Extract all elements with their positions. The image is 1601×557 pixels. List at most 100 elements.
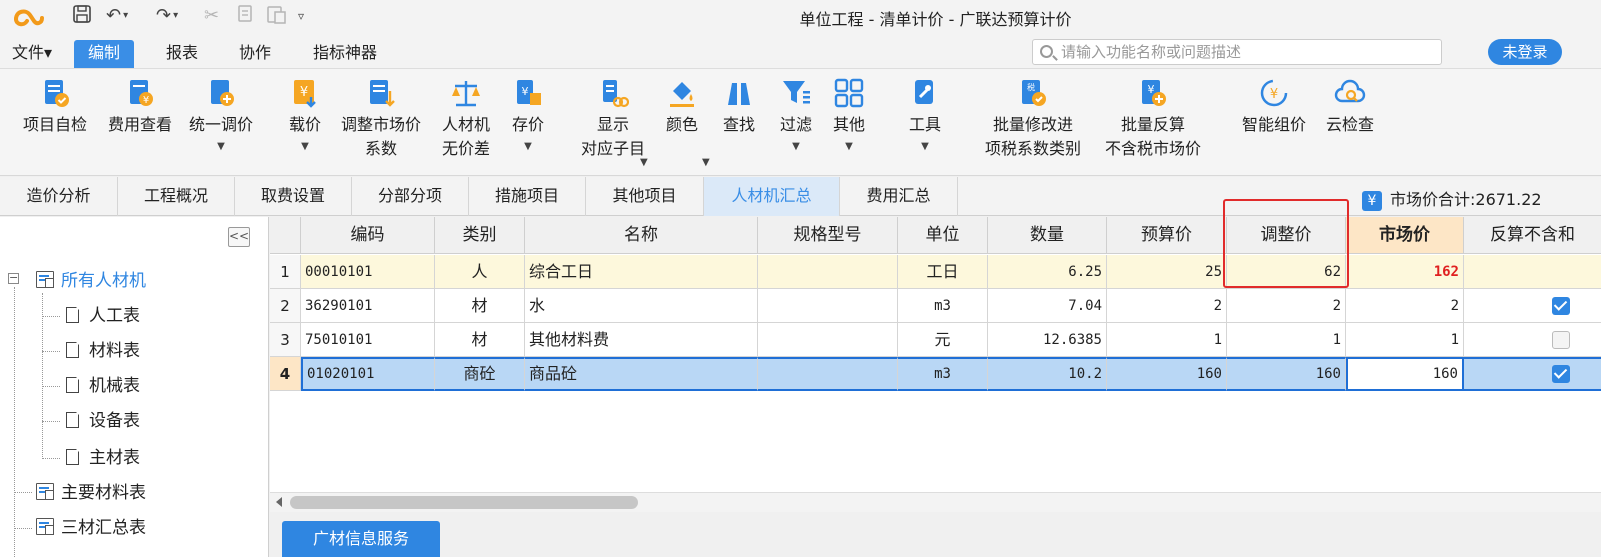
cell-quantity[interactable]: 6.25 — [988, 255, 1107, 289]
cell-market-price[interactable]: 162 — [1346, 255, 1464, 289]
cell-budget-price[interactable]: 1 — [1107, 323, 1227, 357]
menu-indicator-tool[interactable]: 指标神器 — [313, 40, 377, 68]
menu-collaboration[interactable]: 协作 — [239, 40, 271, 68]
cell-budget-price[interactable]: 160 — [1107, 357, 1227, 391]
column-header-spec[interactable]: 规格型号 — [758, 217, 898, 254]
tree-node-all-resources[interactable]: 所有人材机 — [36, 269, 146, 293]
material-info-service-button[interactable]: 广材信息服务 — [282, 521, 440, 557]
tree-node-materials[interactable]: 材料表 — [66, 339, 140, 363]
cell-type[interactable]: 商砼 — [435, 357, 525, 391]
cell-market-price[interactable]: 1 — [1346, 323, 1464, 357]
cell-budget-price[interactable]: 2 — [1107, 289, 1227, 323]
tab-fee-summary[interactable]: 费用汇总 — [840, 177, 958, 216]
column-header-type[interactable]: 类别 — [435, 217, 525, 254]
row-number[interactable]: 2 — [270, 289, 301, 323]
color-button[interactable]: 颜色 ▼ — [662, 77, 710, 168]
row-number[interactable]: 3 — [270, 323, 301, 357]
reverse-calc-checkbox[interactable] — [1552, 297, 1570, 315]
show-sub-items-button[interactable]: 显示 对应子目 ▼ — [576, 77, 650, 168]
other-button[interactable]: 其他 ▼ — [828, 77, 870, 157]
filter-button[interactable]: 过滤 ▼ — [776, 77, 816, 157]
tab-labor-material-machine-summary[interactable]: 人材机汇总 — [704, 177, 840, 216]
cell-quantity[interactable]: 10.2 — [988, 357, 1107, 391]
cell-code[interactable]: 36290101 — [301, 289, 435, 323]
tree-node-main-materials[interactable]: 主材表 — [66, 446, 140, 470]
tab-project-overview[interactable]: 工程概况 — [118, 177, 235, 216]
tree-node-equipment[interactable]: 设备表 — [66, 409, 140, 433]
cell-name[interactable]: 综合工日 — [525, 255, 758, 289]
cell-code[interactable]: 75010101 — [301, 323, 435, 357]
cell-name[interactable]: 其他材料费 — [525, 323, 758, 357]
tree-collapse-toggle[interactable]: − — [8, 272, 19, 284]
cell-type[interactable]: 材 — [435, 323, 525, 357]
column-header-budget-price[interactable]: 预算价 — [1107, 217, 1227, 254]
save-price-button[interactable]: ¥ 存价 ▼ — [506, 77, 550, 157]
reverse-calc-checkbox[interactable] — [1552, 365, 1570, 383]
menu-file[interactable]: 文件▾ — [12, 40, 52, 68]
tab-cost-analysis[interactable]: 造价分析 — [0, 177, 118, 216]
tree-node-three-materials-summary[interactable]: 三材汇总表 — [36, 516, 146, 540]
cell-code[interactable]: 01020101 — [301, 357, 435, 391]
cell-budget-price[interactable]: 25 — [1107, 255, 1227, 289]
find-button[interactable]: 查找 — [718, 77, 760, 137]
smart-pricing-button[interactable]: ¥ 智能组价 — [1238, 77, 1310, 137]
cell-unit[interactable]: 工日 — [898, 255, 988, 289]
tab-sub-items[interactable]: 分部分项 — [352, 177, 469, 216]
column-header-reverse-calc[interactable]: 反算不含和 — [1464, 217, 1601, 254]
tab-other-items[interactable]: 其他项目 — [586, 177, 704, 216]
horizontal-scrollbar[interactable] — [270, 492, 1601, 512]
row-number[interactable]: 4 — [270, 357, 301, 391]
cell-unit[interactable]: m3 — [898, 289, 988, 323]
cell-market-price[interactable]: 2 — [1346, 289, 1464, 323]
batch-modify-tax-coefficient-button[interactable]: 税 批量修改进 项税系数类别 — [978, 77, 1088, 161]
cell-name[interactable]: 水 — [525, 289, 758, 323]
unified-price-adjust-button[interactable]: 统一调价 ▼ — [184, 77, 258, 157]
scroll-left-icon[interactable] — [276, 497, 282, 507]
cell-spec[interactable] — [758, 357, 898, 391]
column-header-code[interactable]: 编码 — [301, 217, 435, 254]
cell-spec[interactable] — [758, 323, 898, 357]
cell-adjusted-price[interactable]: 2 — [1227, 289, 1346, 323]
tree-node-key-materials[interactable]: 主要材料表 — [36, 481, 146, 505]
cell-reverse-calc[interactable] — [1464, 255, 1601, 289]
cell-code[interactable]: 00010101 — [301, 255, 435, 289]
cell-unit[interactable]: m3 — [898, 357, 988, 391]
row-number[interactable]: 1 — [270, 255, 301, 289]
tree-node-machinery[interactable]: 机械表 — [66, 374, 140, 398]
collapse-panel-button[interactable]: << — [228, 227, 250, 247]
load-price-button[interactable]: ¥ 载价 ▼ — [284, 77, 326, 157]
cost-view-button[interactable]: ¥ 费用查看 — [104, 77, 176, 137]
column-header-quantity[interactable]: 数量 — [988, 217, 1107, 254]
menu-edit[interactable]: 编制 — [74, 40, 135, 68]
adjust-market-price-coefficient-button[interactable]: 调整市场价 系数 — [334, 77, 428, 161]
cell-type[interactable]: 材 — [435, 289, 525, 323]
grid-header-corner[interactable] — [270, 217, 301, 254]
function-search-input[interactable]: 请输入功能名称或问题描述 — [1032, 39, 1442, 65]
login-button[interactable]: 未登录 — [1488, 39, 1562, 65]
batch-reverse-calc-button[interactable]: ¥ 批量反算 不含税市场价 — [1098, 77, 1208, 161]
cell-market-price-active[interactable]: 160 — [1346, 357, 1464, 391]
project-self-check-button[interactable]: 项目自检 — [18, 77, 92, 137]
cell-adjusted-price[interactable]: 1 — [1227, 323, 1346, 357]
chevron-down-icon: ▼ — [301, 141, 309, 152]
scrollbar-thumb[interactable] — [290, 496, 638, 509]
column-header-name[interactable]: 名称 — [525, 217, 758, 254]
tree-node-labor[interactable]: 人工表 — [66, 304, 140, 328]
cell-unit[interactable]: 元 — [898, 323, 988, 357]
cell-quantity[interactable]: 12.6385 — [988, 323, 1107, 357]
cell-name[interactable]: 商品砼 — [525, 357, 758, 391]
menu-reports[interactable]: 报表 — [166, 40, 198, 68]
tab-measures[interactable]: 措施项目 — [469, 177, 586, 216]
tab-fee-settings[interactable]: 取费设置 — [235, 177, 352, 216]
column-header-unit[interactable]: 单位 — [898, 217, 988, 254]
column-header-market-price[interactable]: 市场价 — [1346, 217, 1464, 254]
cloud-check-button[interactable]: 云检查 — [1322, 77, 1378, 137]
cell-type[interactable]: 人 — [435, 255, 525, 289]
cell-quantity[interactable]: 7.04 — [988, 289, 1107, 323]
tools-button[interactable]: 工具 ▼ — [904, 77, 946, 157]
cell-adjusted-price[interactable]: 160 — [1227, 357, 1346, 391]
no-price-difference-button[interactable]: 人材机 无价差 — [436, 77, 496, 161]
cell-spec[interactable] — [758, 255, 898, 289]
cell-spec[interactable] — [758, 289, 898, 323]
reverse-calc-checkbox[interactable] — [1552, 331, 1570, 349]
